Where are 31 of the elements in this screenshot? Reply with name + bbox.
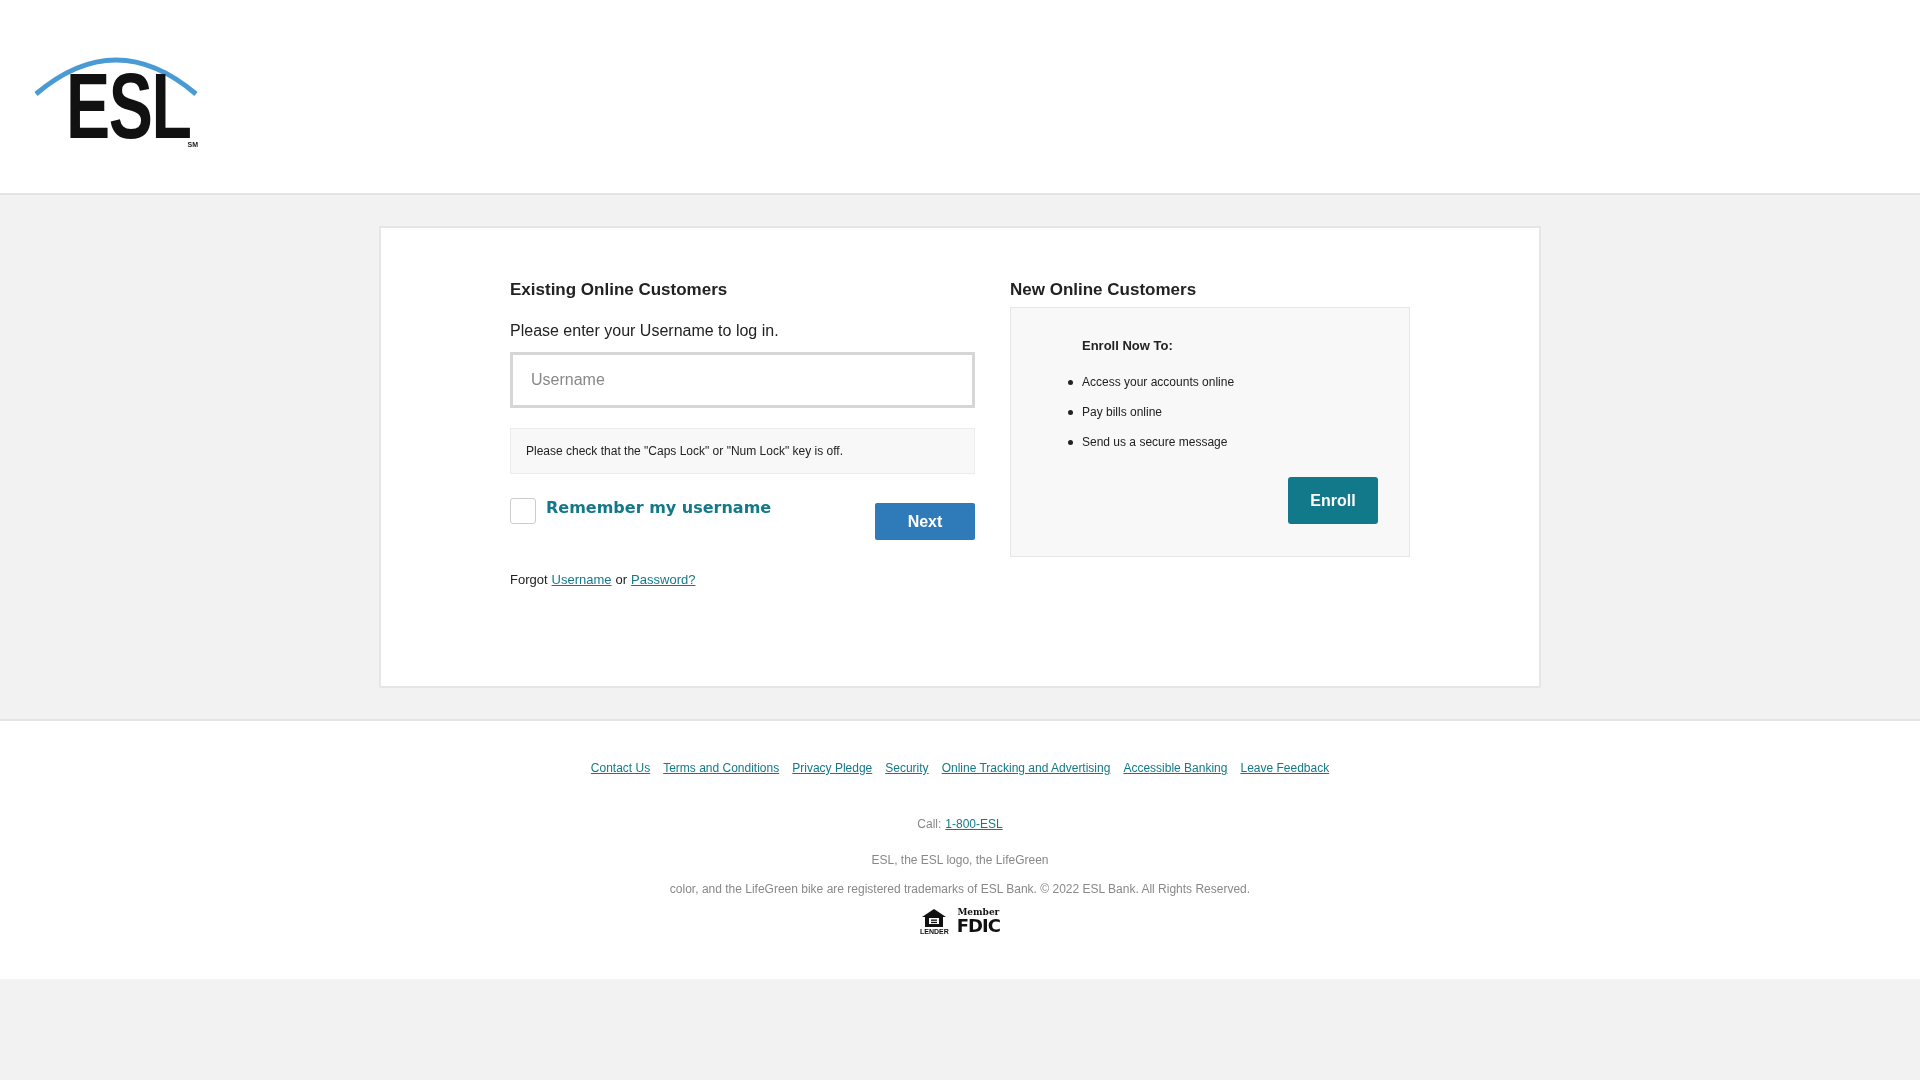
username-field[interactable]: Username bbox=[510, 352, 975, 408]
call-label: Call: bbox=[917, 817, 942, 831]
footer-link[interactable]: Accessible Banking bbox=[1123, 761, 1228, 775]
enroll-title: Enroll Now To: bbox=[1082, 338, 1174, 353]
footer-link[interactable]: Terms and Conditions bbox=[663, 761, 780, 775]
remember-label[interactable]: Remember my username bbox=[546, 498, 772, 517]
benefit-item: Send us a secure message bbox=[1068, 427, 1378, 457]
fdic-text: FDIC bbox=[956, 917, 1000, 935]
legal-text: color, and the LifeGreen bike are registered trademarks of ESL Bank. © 2022 ESL Bank. All Rights Reserved. bbox=[669, 882, 1251, 896]
house-icon bbox=[921, 908, 948, 928]
or-text: or bbox=[615, 572, 628, 587]
forgot-password-link[interactable]: Password? bbox=[631, 572, 696, 587]
caps-lock-notice: Please check that the "Caps Lock" or "Num Lock" key is off. bbox=[510, 428, 975, 474]
member-text: Member bbox=[957, 908, 1000, 917]
legal-text: ESL, the ESL logo, the LifeGreen bbox=[871, 853, 1049, 867]
forgot-text: Forgot bbox=[510, 572, 548, 587]
section-title: New Online Customers bbox=[1010, 280, 1198, 300]
benefit-item: Pay bills online bbox=[1068, 397, 1378, 427]
benefit-item: Access your accounts online bbox=[1068, 367, 1378, 397]
enroll-button[interactable]: Enroll bbox=[1288, 477, 1378, 524]
phone-link[interactable]: 1-800-ESL bbox=[945, 817, 1003, 831]
footer-link[interactable]: Contact Us bbox=[590, 761, 651, 775]
footer-link[interactable]: Security bbox=[885, 761, 929, 775]
remember-checkbox[interactable] bbox=[510, 498, 536, 524]
login-prompt: Please enter your Username to log in. bbox=[510, 322, 780, 340]
forgot-username-link[interactable]: Username bbox=[551, 572, 612, 587]
footer-link[interactable]: Privacy Pledge bbox=[792, 761, 873, 775]
footer-link[interactable]: Leave Feedback bbox=[1240, 761, 1330, 775]
footer-link[interactable]: Online Tracking and Advertising bbox=[941, 761, 1111, 775]
section-title: Existing Online Customers bbox=[510, 280, 729, 300]
next-button[interactable]: Next bbox=[875, 503, 975, 540]
